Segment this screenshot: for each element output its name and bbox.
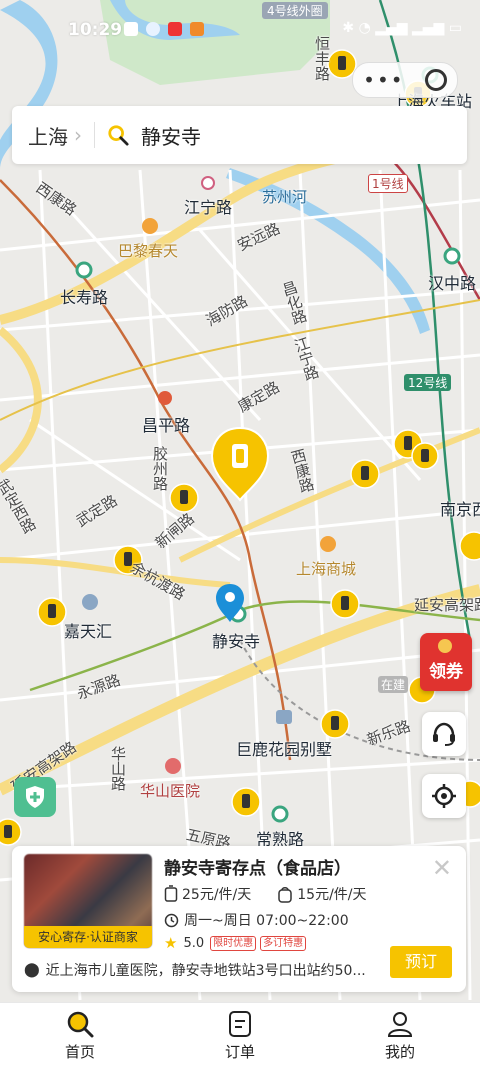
coupon-icon (438, 639, 452, 653)
divider (94, 122, 95, 148)
map-label: 长寿路 (60, 288, 109, 307)
locate-icon (432, 784, 456, 808)
map-label: 江宁路 (184, 198, 233, 217)
map-label: 静安寺 (212, 632, 261, 651)
address-row[interactable]: ⬤ 近上海市儿童医院，静安寺地铁站3号口出站约50... (24, 960, 374, 980)
close-miniapp-icon[interactable] (424, 69, 447, 91)
star-icon: ★ (164, 934, 178, 952)
promo-tag: 多订特惠 (260, 935, 307, 951)
notification-icon (146, 22, 160, 36)
suitcase-icon (164, 885, 178, 902)
status-bar: 10:29 ✱ ◔ ▂▄▆ ▂▄▆ ▭ (0, 0, 480, 60)
clock-icon (164, 913, 179, 927)
hours-row: 周一~周日 07:00~22:00 (164, 910, 349, 930)
promo-tag: 限时优惠 (210, 935, 257, 951)
map-label: 汉中路 (428, 274, 477, 293)
tab-home[interactable]: 首页 (0, 1003, 160, 1067)
price-row: 25元/件/天 15元/件/天 (164, 884, 367, 904)
city-selector[interactable]: 上海 (28, 121, 68, 150)
tab-orders[interactable]: 订单 (160, 1003, 320, 1067)
insurance-button[interactable] (14, 777, 56, 817)
location-pin-icon: ⬤ (24, 962, 40, 978)
locate-button[interactable] (422, 774, 466, 818)
map-label: 12号线 (404, 374, 452, 391)
rating-value: 5.0 (183, 935, 205, 951)
coupon-label: 领券 (429, 662, 463, 682)
price-large: 25元/件/天 (182, 887, 252, 903)
map-label: 上海商城 (296, 560, 357, 578)
profile-icon (387, 1012, 413, 1037)
customer-service-button[interactable] (422, 712, 466, 756)
notification-icon (190, 22, 204, 36)
map-label: 延安高架路 (414, 596, 480, 614)
price-small: 15元/件/天 (297, 887, 367, 903)
map-label: 苏州河 (262, 188, 308, 206)
search-icon (67, 1011, 94, 1038)
store-name: 静安寺寄存点（食品店） (164, 859, 351, 879)
book-button[interactable]: 预订 (390, 946, 452, 978)
shield-icon (26, 786, 44, 808)
map-label: 巴黎春天 (118, 242, 179, 260)
map-label: 华山路 (109, 746, 127, 791)
chevron-right-icon[interactable]: › (74, 123, 82, 147)
certified-badge: 安心寄存·认证商家 (24, 926, 152, 948)
map-label: 嘉天汇 (64, 622, 113, 641)
status-time: 10:29 (68, 20, 123, 40)
close-icon[interactable]: ✕ (432, 854, 452, 882)
map-label: 在建 (378, 676, 409, 693)
search-input[interactable]: 静安寺 (141, 121, 201, 150)
tab-profile[interactable]: 我的 (320, 1003, 480, 1067)
tab-label: 订单 (224, 1043, 255, 1061)
map-label: 1号线 (368, 174, 408, 193)
store-address: 近上海市儿童医院，静安寺地铁站3号口出站约50... (45, 963, 366, 979)
order-icon (229, 1011, 251, 1037)
map-label: 昌平路 (142, 416, 191, 435)
map-label: 巨鹿花园别墅 (236, 740, 333, 759)
signal-icon: ✱ ◔ ▂▄▆ ▂▄▆ ▭ (342, 20, 462, 36)
store-card[interactable]: 安心寄存·认证商家 静安寺寄存点（食品店） ✕ 25元/件/天 15元/件/天 … (12, 846, 466, 992)
search-bar[interactable]: 上海 › 静安寺 (12, 106, 467, 164)
map-label: 南京西 (440, 500, 480, 519)
tab-label: 首页 (64, 1043, 95, 1061)
notification-icon (124, 22, 138, 36)
opening-hours: 周一~周日 07:00~22:00 (184, 913, 349, 929)
miniapp-capsule[interactable]: ••• (352, 62, 458, 98)
map-label: 胶州路 (151, 446, 169, 491)
notification-icon (168, 22, 182, 36)
coupon-button[interactable]: 领券 (420, 633, 472, 691)
search-icon (108, 125, 129, 146)
tab-bar: 首页 订单 我的 (0, 1002, 480, 1067)
rating-row: ★ 5.0 限时优惠 多订特惠 (164, 934, 307, 952)
more-icon[interactable]: ••• (363, 70, 404, 90)
tab-label: 我的 (384, 1043, 415, 1061)
backpack-icon (278, 887, 292, 903)
map-label: 华山医院 (140, 782, 201, 800)
headset-icon (433, 722, 455, 746)
